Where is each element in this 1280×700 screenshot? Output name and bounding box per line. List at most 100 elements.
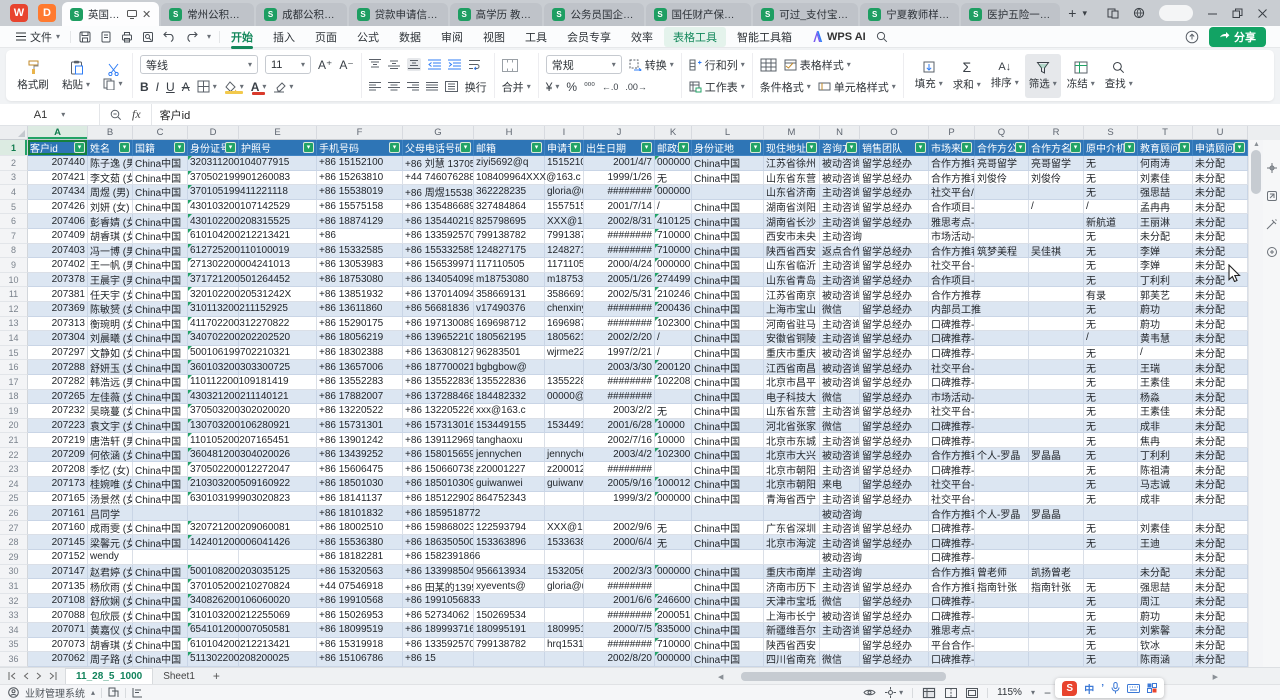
cell-P16[interactable]: 社交平台- [929, 360, 975, 375]
cell-I16[interactable] [545, 360, 584, 375]
cell-H36[interactable] [474, 652, 545, 667]
cell-G1[interactable]: 父母电话号码▾ [403, 140, 474, 156]
cell-N25[interactable]: 主动咨询 [820, 492, 860, 507]
cell-P3[interactable]: 合作方推荐 [929, 171, 975, 186]
filter-dropdown-D[interactable]: ▾ [225, 142, 236, 153]
underline-button[interactable]: U [166, 80, 175, 94]
cell-I25[interactable] [545, 492, 584, 507]
cell-F5[interactable]: +86 15575158 [317, 200, 403, 215]
italic-button[interactable]: I [156, 80, 159, 94]
cell-Q32[interactable] [975, 594, 1029, 609]
cell-D18[interactable]: 430321200211140121 [188, 390, 239, 405]
cell-L23[interactable]: China中国 [692, 462, 764, 477]
column-header-K[interactable]: K [655, 126, 692, 140]
cell-O9[interactable]: 留学总经办 [860, 258, 929, 273]
cell-R3[interactable]: 刘俊伶 [1029, 171, 1084, 186]
cell-A18[interactable]: 207265 [28, 390, 88, 405]
increase-decimal-button[interactable]: ←.0 [602, 82, 619, 92]
cell-D15[interactable]: 500106199702210321 [188, 346, 239, 361]
cell-K25[interactable]: 000000 [655, 492, 692, 507]
cell-S31[interactable]: 无 [1084, 579, 1138, 594]
cell-Q4[interactable] [975, 185, 1029, 200]
increase-font-icon[interactable]: A⁺ [318, 58, 332, 72]
cell-T28[interactable]: 王迪 [1138, 535, 1193, 550]
cell-T32[interactable]: 周江 [1138, 594, 1193, 609]
filter-dropdown-R[interactable]: ▾ [1070, 142, 1081, 153]
cell-K20[interactable]: 10000 [655, 419, 692, 434]
cell-A36[interactable]: 207062 [28, 652, 88, 667]
cell-J10[interactable]: 2005/1/26 [584, 273, 655, 288]
cell-K31[interactable] [655, 579, 692, 594]
cell-C24[interactable]: China中国 [133, 477, 188, 492]
cell-M13[interactable]: 河南省驻马 [764, 317, 820, 332]
cell-I13[interactable]: 169698712 [545, 317, 584, 332]
cell-L33[interactable]: China中国 [692, 608, 764, 623]
filter-dropdown-T[interactable]: ▾ [1179, 142, 1190, 153]
cell-D10[interactable]: 371721200501264452 [188, 273, 239, 288]
cell-I32[interactable] [545, 594, 584, 609]
column-header-U[interactable]: U [1193, 126, 1248, 140]
cell-R36[interactable] [1029, 652, 1084, 667]
cell-B24[interactable]: 桂婉唯 (女 [88, 477, 133, 492]
cell-S36[interactable]: 无 [1084, 652, 1138, 667]
cell-F11[interactable]: +86 13851932 [317, 287, 403, 302]
file-menu[interactable]: 文件▾ [8, 29, 68, 45]
cell-S33[interactable]: 无 [1084, 608, 1138, 623]
cell-B36[interactable]: 周子路 (女 [88, 652, 133, 667]
cell-D30[interactable]: 500108200203035125 [188, 565, 239, 580]
cell-L26[interactable] [692, 506, 764, 521]
vertical-scrollbar[interactable]: ▲ [1248, 140, 1263, 667]
cell-S13[interactable]: 无 [1084, 317, 1138, 332]
cell-R20[interactable] [1029, 419, 1084, 434]
row-number-17[interactable]: 17 [0, 375, 28, 390]
cell-M11[interactable]: 江苏省南京 [764, 287, 820, 302]
cell-O29[interactable] [860, 550, 929, 565]
row-number-13[interactable]: 13 [0, 317, 28, 332]
share-button[interactable]: 分享 [1209, 27, 1266, 47]
cell-A13[interactable]: 207313 [28, 317, 88, 332]
upload-cloud-icon[interactable] [1185, 30, 1199, 44]
cell-S24[interactable]: 无 [1084, 477, 1138, 492]
filter-dropdown-H[interactable]: ▾ [531, 142, 542, 153]
cell-G31[interactable]: +86 田某的1395 [403, 579, 474, 594]
cell-L3[interactable]: China中国 [692, 171, 764, 186]
cell-H17[interactable]: 135522836 [474, 375, 545, 390]
fx-icon[interactable]: fx [132, 107, 141, 122]
cell-Q3[interactable]: 刘俊伶 [975, 171, 1029, 186]
cell-A6[interactable]: 207406 [28, 214, 88, 229]
cell-N5[interactable]: 主动咨询 [820, 200, 860, 215]
cell-L10[interactable]: China中国 [692, 273, 764, 288]
cell-C7[interactable]: China中国 [133, 229, 188, 244]
cell-F30[interactable]: +86 15320563 [317, 565, 403, 580]
cell-T33[interactable]: 蔚功 [1138, 608, 1193, 623]
cell-I18[interactable]: 00000@qq [545, 390, 584, 405]
cell-G4[interactable]: +86 周煜155380 [403, 185, 474, 200]
cell-N33[interactable]: 被动咨询 [820, 608, 860, 623]
cell-G9[interactable]: +86 1565399710 [403, 258, 474, 273]
print-preview-icon[interactable] [142, 31, 154, 43]
wps-logo-icon[interactable]: W [10, 4, 28, 22]
cell-B29[interactable]: wendy [88, 550, 133, 565]
cell-N9[interactable]: 主动咨询 [820, 258, 860, 273]
cell-D4[interactable]: 370105199411221118 [188, 185, 239, 200]
cell-H22[interactable]: jennychen [474, 448, 545, 463]
column-header-T[interactable]: T [1138, 126, 1193, 140]
cell-P35[interactable]: 平台合作- [929, 638, 975, 653]
cell-P32[interactable]: 口碑推荐- [929, 594, 975, 609]
cell-B17[interactable]: 韩浩远 (男 [88, 375, 133, 390]
cell-S28[interactable]: 无 [1084, 535, 1138, 550]
cell-K12[interactable]: 200436 [655, 302, 692, 317]
cell-H12[interactable]: v17490376 [474, 302, 545, 317]
cell-D31[interactable]: 370105200210270824 [188, 579, 239, 594]
cell-P22[interactable]: 合作方推荐 [929, 448, 975, 463]
column-header-C[interactable]: C [133, 126, 188, 140]
horizontal-scroll-thumb[interactable] [741, 672, 946, 681]
cell-C19[interactable]: China中国 [133, 404, 188, 419]
cell-O28[interactable]: 留学总经办 [860, 535, 929, 550]
cell-L5[interactable]: China中国 [692, 200, 764, 215]
cell-M18[interactable]: 电子科技大 [764, 390, 820, 405]
cell-P13[interactable]: 口碑推荐- [929, 317, 975, 332]
cell-U27[interactable]: 未分配 [1193, 521, 1248, 536]
cell-F23[interactable]: +86 15606475 [317, 462, 403, 477]
cell-T30[interactable]: 未分配 [1138, 565, 1193, 580]
